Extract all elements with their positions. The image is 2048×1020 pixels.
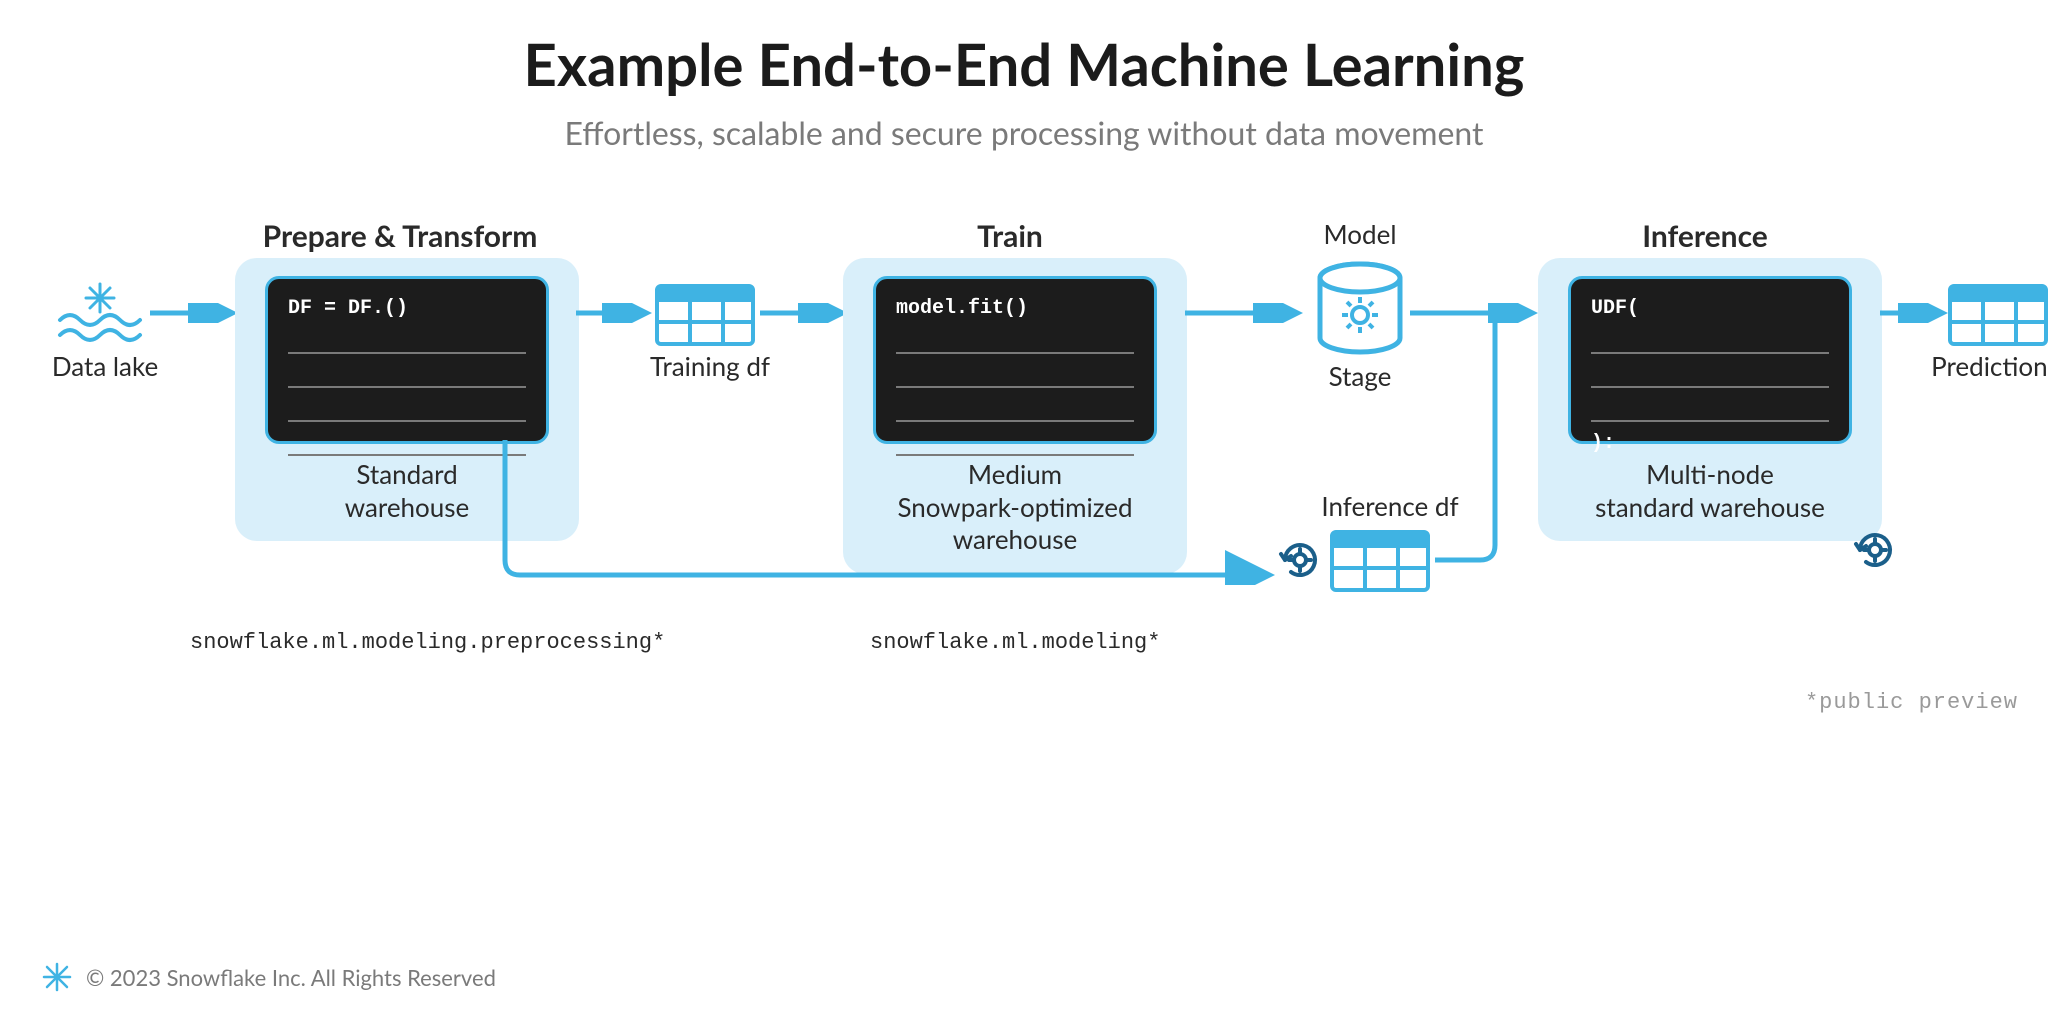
- diagram-canvas: Data lake Prepare & Transform DF = DF.()…: [0, 200, 2048, 850]
- arrow-inference-predictions: [1880, 303, 1950, 323]
- data-lake-label: Data lake: [45, 350, 165, 382]
- inference-title: Inference: [1545, 218, 1865, 254]
- gear-refresh-icon: [1275, 535, 1325, 589]
- arrow-train-model: [1185, 303, 1305, 323]
- page-subtitle: Effortless, scalable and secure processi…: [0, 113, 2048, 152]
- stage-label: Stage: [1310, 360, 1410, 392]
- prepare-package: snowflake.ml.modeling.preprocessing*: [190, 630, 665, 655]
- arrow-prepare-trainingdf: [576, 303, 654, 323]
- footer-copyright: © 2023 Snowflake Inc. All Rights Reserve…: [86, 964, 496, 991]
- inference-card: UDF( ): Multi-node standard warehouse: [1538, 258, 1882, 541]
- training-df-icon: [655, 284, 755, 346]
- train-code: model.fit(): [896, 297, 1134, 320]
- prepare-title: Prepare & Transform: [240, 218, 560, 254]
- training-df-label: Training df: [640, 350, 780, 382]
- preview-note: *public preview: [1805, 690, 2018, 715]
- gear-refresh-icon-2: [1850, 525, 1900, 579]
- arrow-trainingdf-train: [760, 303, 850, 323]
- model-label: Model: [1300, 218, 1420, 250]
- train-package: snowflake.ml.modeling*: [870, 630, 1160, 655]
- footer: © 2023 Snowflake Inc. All Rights Reserve…: [42, 962, 496, 992]
- inference-code-card: UDF( ):: [1568, 276, 1852, 444]
- arrow-datalake-prepare: [150, 303, 240, 323]
- inference-code-bottom: ):: [1591, 432, 1829, 455]
- train-code-card: model.fit(): [873, 276, 1157, 444]
- page-title: Example End-to-End Machine Learning: [0, 30, 2048, 99]
- prepare-code-card: DF = DF.(): [265, 276, 549, 444]
- inference-caption: Multi-node standard warehouse: [1568, 458, 1852, 523]
- data-lake-icon: [55, 280, 145, 354]
- train-title: Train: [850, 218, 1170, 254]
- arrow-inferencedf-to-inference: [1430, 310, 1550, 570]
- predictions-icon: [1948, 284, 2048, 346]
- arrow-prepare-to-inferencedf: [500, 440, 1280, 585]
- model-stage-icon: [1310, 260, 1410, 364]
- inference-code-top: UDF(: [1591, 297, 1829, 320]
- predictions-label: Predictions: [1920, 350, 2048, 382]
- prepare-code: DF = DF.(): [288, 297, 526, 320]
- inference-df-icon: [1330, 530, 1430, 592]
- snowflake-logo-icon: [42, 962, 72, 992]
